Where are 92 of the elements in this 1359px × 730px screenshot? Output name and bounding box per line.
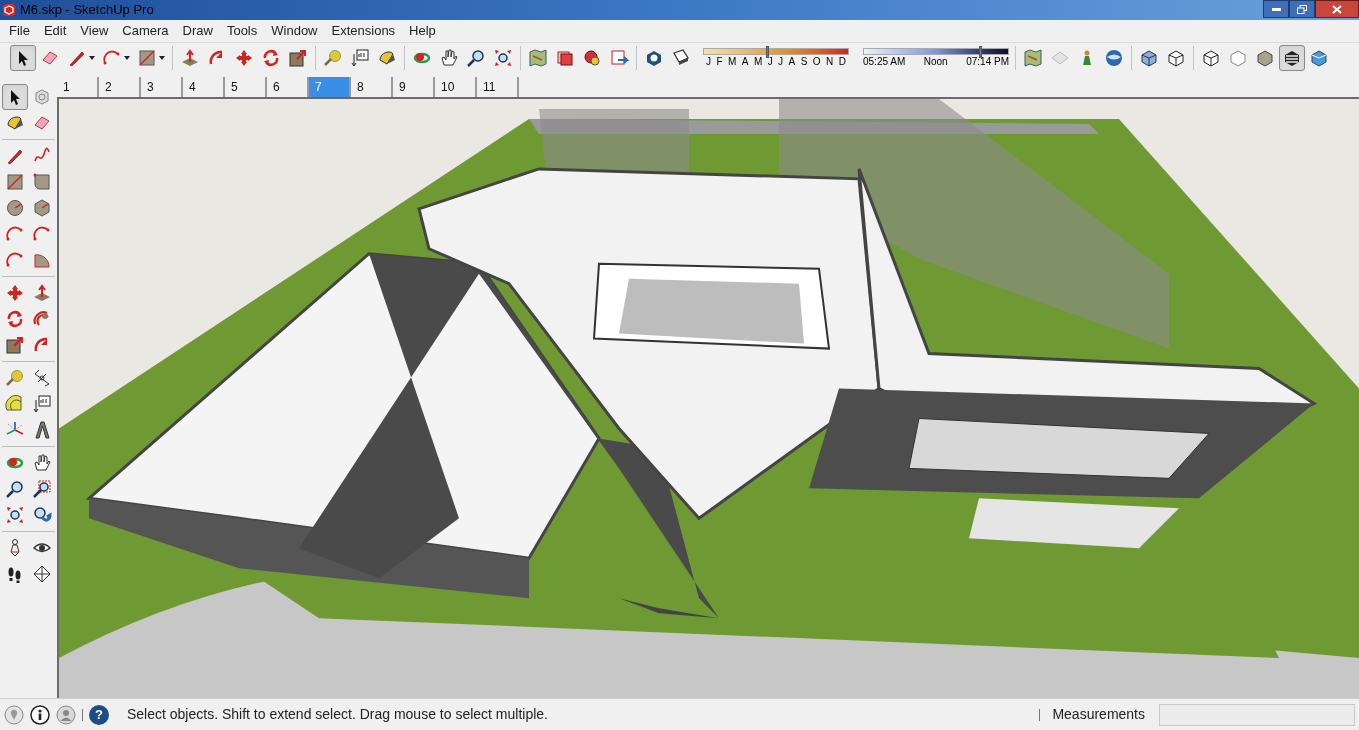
month-label: A [788,55,796,68]
month-label: D [838,55,846,68]
push-pull-icon [180,47,200,68]
measurements-label: Measurements [1052,705,1145,724]
three-d-text-icon [32,420,52,440]
zoom-icon [466,47,486,68]
menu-item[interactable]: Draw [175,21,220,41]
scale-icon [5,335,25,355]
caret-icon [159,55,165,60]
month-label: N [825,55,834,68]
rotate-icon [5,309,25,329]
menu-item[interactable]: Tools [219,21,265,41]
dimension-icon [32,368,52,388]
month-label: J [767,55,773,68]
move-arrows-icon [5,283,25,303]
minimize-button[interactable] [1263,0,1289,18]
menu-item[interactable]: Edit [36,21,74,41]
scene-tab[interactable]: 1 [57,77,99,97]
tape-measure-icon [323,47,343,68]
scene-tab[interactable]: 8 [351,77,393,97]
zoom-extents-icon [5,505,25,525]
slider-thumb[interactable] [765,45,769,58]
slider-thumb[interactable] [979,45,983,58]
section-plane-icon [32,564,52,584]
menu-item[interactable]: Extensions [324,21,403,41]
pan-hand-icon [32,453,52,473]
select-arrow-button[interactable] [10,44,36,71]
map-icon [1023,47,1043,68]
window-title: M6.skp - SketchUp Pro [20,1,154,20]
time-slider[interactable] [863,47,1009,55]
select-arrow-button[interactable] [2,84,28,110]
circle-icon [5,198,25,218]
month-label: F [716,55,723,68]
rectangle-icon [137,47,157,68]
scene-tab[interactable]: 9 [393,77,435,97]
month-label: O [812,55,821,68]
protractor-icon [5,394,25,414]
tape-measure-icon [5,368,25,388]
scene-tab[interactable]: 2 [99,77,141,97]
month-label: M [728,55,737,68]
info-icon[interactable] [30,704,50,725]
restore-icon [1297,4,1307,14]
menu-item[interactable]: Camera [115,21,176,41]
location-pin-icon[interactable] [4,704,24,725]
month-slider[interactable] [703,47,849,55]
caret-icon [124,55,130,60]
zoom-icon [5,479,25,499]
scene-tab[interactable]: 11 [477,77,519,97]
app-logo-icon [2,3,16,17]
push-pull-icon [32,283,52,303]
maximize-button[interactable] [1289,0,1315,18]
menu-item[interactable]: View [73,21,116,41]
send-page-icon [609,47,629,68]
zoom-window-icon [32,479,52,499]
rotate-icon [261,47,281,68]
pan-hand-icon [439,47,459,68]
striped-cube-button[interactable] [1279,44,1305,71]
caret-icon [89,55,95,60]
text-label-icon [350,47,370,68]
time-label: Noon [923,55,948,68]
page-icon [671,47,691,68]
globe-icon [1104,47,1124,68]
scale-icon [288,47,308,68]
measurements-field[interactable] [1159,703,1355,726]
share-model-icon [582,47,602,68]
month-label: J [778,55,784,68]
month-label: S [800,55,808,68]
map-icon [528,47,548,68]
status-message: Select objects. Shift to extend select. Drag mouse to select multiple. [127,705,548,724]
component-icon [32,87,52,107]
close-button[interactable] [1315,0,1359,18]
month-label: J [706,55,711,68]
text-label-icon [32,394,52,414]
user-icon[interactable] [56,704,76,725]
menu-item[interactable]: Window [264,21,325,41]
time-label: 05:25 AM [863,55,906,68]
help-icon[interactable]: ? [89,704,109,725]
scene-tab[interactable]: 10 [435,77,477,97]
scene-tab[interactable]: 5 [225,77,267,97]
zoom-extents-icon [493,47,513,68]
month-label: A [741,55,749,68]
time-label: 07:14 PM [966,55,1009,68]
scene-tab[interactable]: 3 [141,77,183,97]
menu-item[interactable]: Help [402,21,443,41]
polygon-icon [32,198,52,218]
month-label: M [753,55,763,68]
close-icon [1332,4,1342,14]
rectangle-icon [5,172,25,192]
scene-tab[interactable]: 4 [183,77,225,97]
menu-item[interactable]: File [2,21,37,41]
minimize-icon [1271,7,1281,11]
previous-view-icon [32,505,52,525]
